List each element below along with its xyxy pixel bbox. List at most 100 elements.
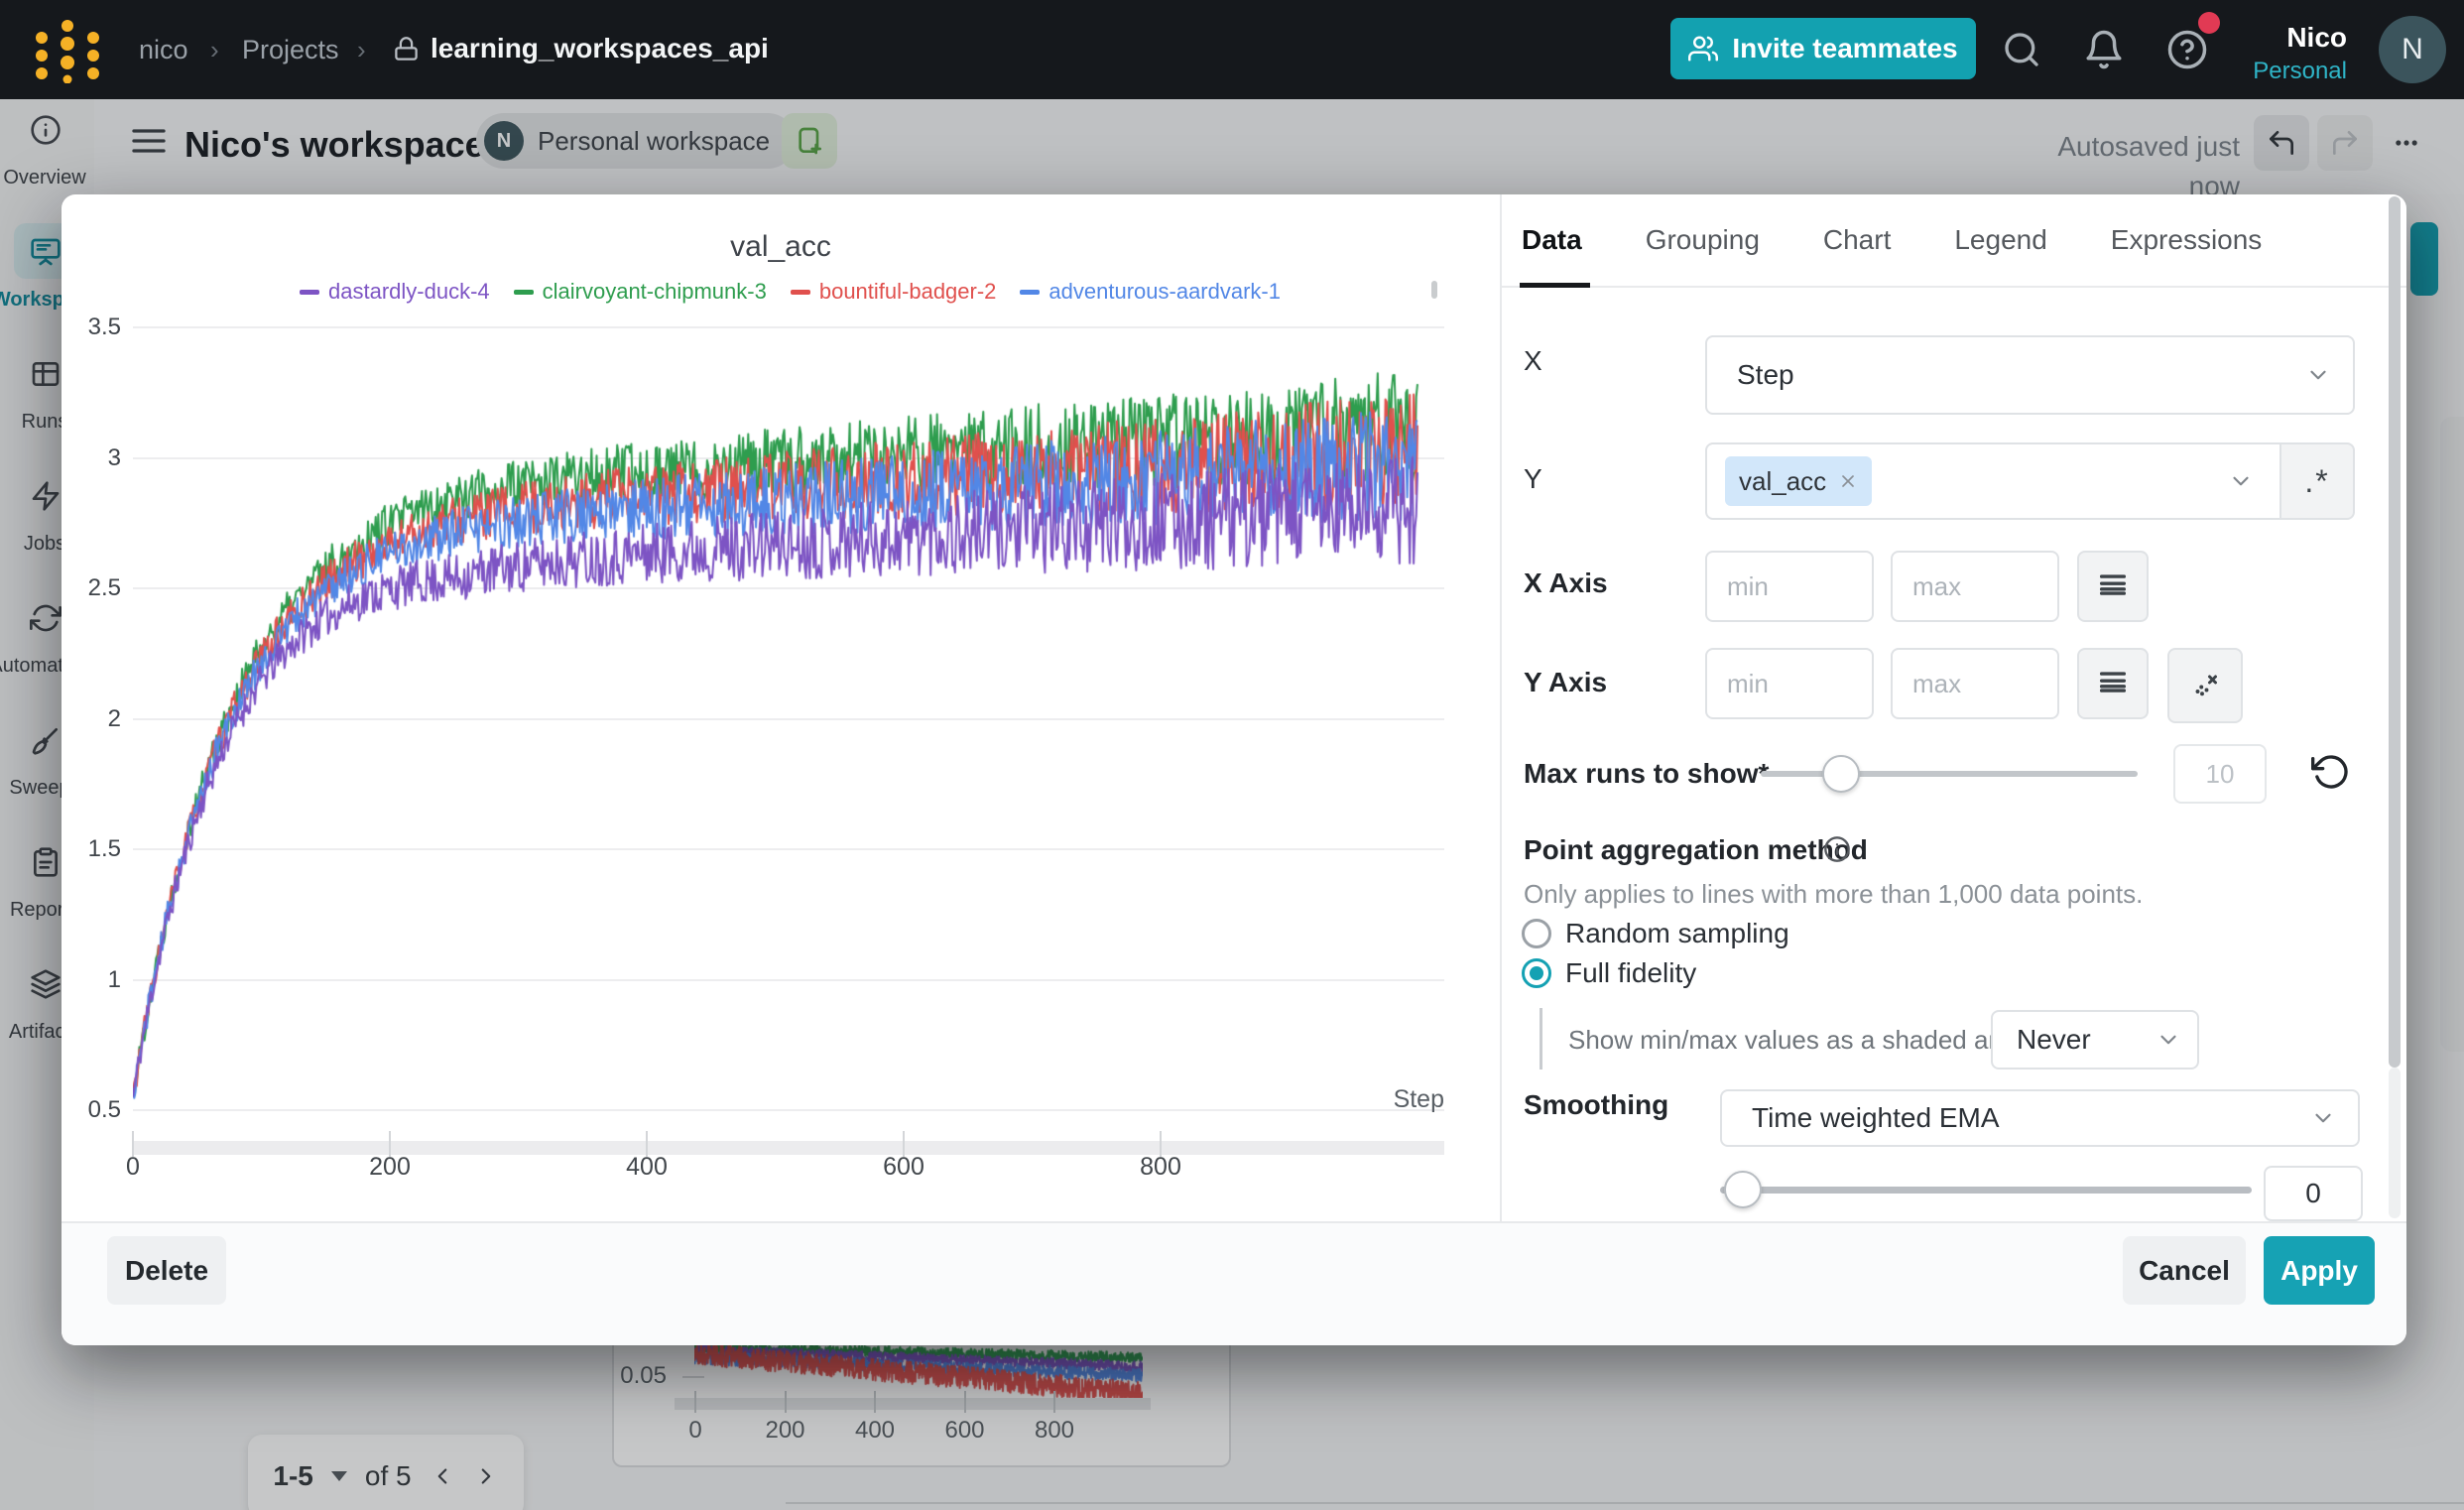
lock-icon: [393, 36, 420, 63]
info-icon: [30, 114, 62, 146]
x-axis-log-scale-button[interactable]: [2077, 551, 2149, 622]
chevron-left-icon[interactable]: [430, 1463, 455, 1489]
workspace-badge[interactable]: N Personal workspace: [476, 113, 796, 169]
workspace-share-chip[interactable]: [782, 113, 837, 169]
panel-scrollbar-track[interactable]: [2389, 1068, 2401, 1218]
mini-x-tick-label: 0: [656, 1417, 735, 1445]
user-scope: Personal: [2222, 58, 2347, 85]
x-field-select[interactable]: Step: [1705, 335, 2355, 415]
table-icon: [30, 358, 62, 390]
breadcrumb-account[interactable]: nico: [139, 32, 188, 67]
regex-toggle-button[interactable]: .*: [2279, 442, 2355, 520]
chart-title: val_acc: [62, 230, 1500, 264]
tab-expressions[interactable]: Expressions: [2111, 194, 2263, 286]
apply-button[interactable]: Apply: [2264, 1236, 2375, 1305]
y-axis-max-input[interactable]: [1891, 648, 2059, 719]
panel-scrollbar-thumb[interactable]: [2389, 196, 2401, 1068]
radio-random-sampling[interactable]: [1522, 919, 1551, 948]
smoothing-label: Smoothing: [1524, 1090, 1668, 1120]
app-root: 0.05 0200400600800 1-5 of 5 Nico's works…: [0, 0, 2464, 1510]
y-axis-log-scale-button[interactable]: [2077, 648, 2149, 719]
y-axis-tick-label: 1: [69, 966, 121, 994]
pagination-total: of 5: [365, 1460, 412, 1492]
sparkle-icon: [794, 125, 825, 157]
mini-x-tick: [874, 1391, 876, 1413]
user-name[interactable]: Nico: [2222, 22, 2347, 54]
invite-teammates-button[interactable]: Invite teammates: [1670, 18, 1976, 79]
radio-full-fidelity[interactable]: [1522, 958, 1551, 988]
y-field-select[interactable]: val_acc: [1705, 442, 2281, 520]
redo-button[interactable]: [2317, 115, 2373, 171]
outliers-icon: [2187, 668, 2223, 703]
chevron-down-icon: [2228, 468, 2254, 494]
avatar[interactable]: N: [2379, 16, 2446, 83]
legend-swatch: [791, 290, 810, 295]
more-icon[interactable]: [2385, 129, 2428, 157]
mini-x-tick: [964, 1391, 966, 1413]
aggregation-label: Point aggregation method: [1524, 835, 1868, 865]
zap-icon: [30, 480, 62, 512]
radio-label[interactable]: Random sampling: [1565, 918, 1789, 949]
log-scale-icon: [2096, 667, 2130, 700]
sidebar-item-overview[interactable]: Overview: [0, 101, 94, 200]
smoothing-amount-input[interactable]: [2264, 1166, 2363, 1221]
smoothing-slider[interactable]: [1720, 1187, 2252, 1194]
wandb-logo[interactable]: [30, 16, 105, 83]
breadcrumb-section[interactable]: Projects: [242, 32, 339, 67]
tab-grouping[interactable]: Grouping: [1646, 194, 1760, 286]
cancel-button[interactable]: Cancel: [2123, 1236, 2246, 1305]
breadcrumb-project[interactable]: learning_workspaces_api: [431, 31, 769, 66]
max-runs-input[interactable]: [2173, 744, 2267, 804]
minmax-select[interactable]: Never: [1991, 1010, 2199, 1070]
x-field-label: X: [1524, 346, 1542, 376]
x-axis-brush[interactable]: [133, 1141, 1444, 1155]
mini-x-tick-label: 600: [925, 1417, 1005, 1445]
info-icon[interactable]: [1823, 835, 1851, 863]
tab-data[interactable]: Data: [1522, 194, 1582, 286]
tab-legend[interactable]: Legend: [1954, 194, 2046, 286]
y-axis-tick-label: 2: [69, 705, 121, 733]
max-runs-slider-thumb[interactable]: [1822, 755, 1860, 793]
search-icon[interactable]: [2002, 30, 2041, 69]
mini-x-tick-label: 400: [835, 1417, 915, 1445]
y-axis-min-input[interactable]: [1705, 648, 1874, 719]
help-icon[interactable]: [2166, 29, 2208, 70]
x-axis-label: X Axis: [1524, 568, 1608, 598]
tab-chart[interactable]: Chart: [1823, 194, 1891, 286]
broom-icon: [30, 724, 62, 756]
x-axis-min-input[interactable]: [1705, 551, 1874, 622]
refresh-icon: [30, 602, 62, 634]
pagination-range[interactable]: 1-5: [273, 1460, 312, 1492]
chevron-down-icon: [2310, 1105, 2336, 1131]
x-axis-max-input[interactable]: [1891, 551, 2059, 622]
x-axis-tick-label: 200: [345, 1153, 434, 1182]
legend-scrollbar[interactable]: [1431, 281, 1437, 299]
minmax-indent-bar: [1540, 1008, 1542, 1070]
hidden-action-button: [2410, 222, 2438, 296]
chart-canvas[interactable]: [133, 298, 1444, 1121]
menu-icon[interactable]: [129, 121, 169, 161]
autosave-status: Autosaved just now: [2012, 127, 2240, 167]
x-field-value: Step: [1737, 337, 1794, 413]
max-runs-slider[interactable]: [1761, 771, 2138, 777]
smoothing-select[interactable]: Time weighted EMA: [1720, 1089, 2360, 1147]
radio-label[interactable]: Full fidelity: [1565, 957, 1696, 989]
delete-button[interactable]: Delete: [107, 1236, 226, 1305]
aggregation-note: Only applies to lines with more than 1,0…: [1524, 879, 2143, 910]
x-axis-tick-label: 800: [1116, 1153, 1205, 1182]
pagination[interactable]: 1-5 of 5: [248, 1435, 524, 1510]
close-icon[interactable]: [1838, 471, 1858, 491]
mini-x-tick-label: 800: [1015, 1417, 1094, 1445]
minmax-value: Never: [2017, 1012, 2091, 1068]
bell-icon[interactable]: [2083, 29, 2125, 70]
undo-button[interactable]: [2254, 115, 2309, 171]
chevron-right-icon[interactable]: [473, 1463, 499, 1489]
ignore-outliers-button[interactable]: [2167, 648, 2243, 723]
mini-brush-band: [675, 1398, 1151, 1410]
reset-icon[interactable]: [2311, 752, 2351, 792]
max-runs-label: Max runs to show*: [1524, 759, 1769, 789]
users-icon: [1688, 34, 1718, 63]
x-axis-tick-label: 600: [859, 1153, 948, 1182]
smoothing-slider-thumb[interactable]: [1724, 1171, 1762, 1208]
y-metric-chip[interactable]: val_acc: [1725, 456, 1872, 506]
